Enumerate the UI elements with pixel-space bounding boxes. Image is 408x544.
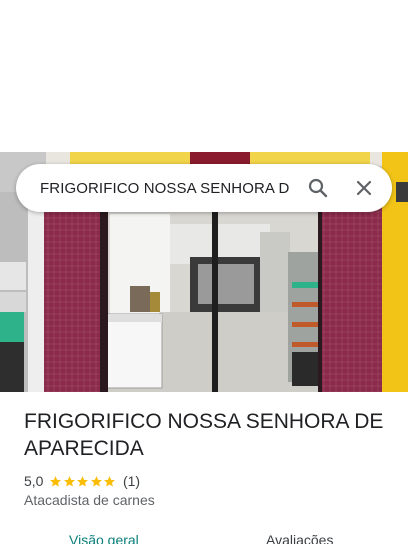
place-screen: FRIGORIFICO NOSSA SENHORA DE APARECIDA F… — [0, 0, 408, 544]
search-button[interactable] — [306, 176, 330, 200]
star-icon — [77, 475, 89, 487]
review-count[interactable]: (1) — [123, 473, 140, 489]
map-area[interactable] — [0, 0, 408, 152]
place-title: FRIGORIFICO NOSSA SENHORA DE APARECIDA — [24, 410, 384, 460]
rating-value: 5,0 — [24, 473, 44, 489]
star-rating — [49, 475, 117, 488]
clear-search-button[interactable] — [352, 176, 376, 200]
search-input[interactable]: FRIGORIFICO NOSSA SENHORA DE APARECIDA — [40, 180, 290, 197]
place-tabs: Visão geral Avaliações — [0, 530, 408, 544]
star-icon — [104, 475, 116, 487]
close-icon — [356, 180, 372, 196]
rating-row[interactable]: 5,0 (1) — [24, 471, 140, 491]
search-icon — [308, 178, 328, 198]
star-icon — [91, 475, 102, 487]
tab-reviews[interactable]: Avaliações — [266, 532, 333, 544]
star-icon — [50, 475, 62, 487]
star-icon — [64, 475, 75, 487]
search-bar[interactable]: FRIGORIFICO NOSSA SENHORA DE APARECIDA — [16, 164, 392, 212]
place-category[interactable]: Atacadista de carnes — [24, 492, 155, 508]
tab-overview[interactable]: Visão geral — [69, 532, 139, 544]
